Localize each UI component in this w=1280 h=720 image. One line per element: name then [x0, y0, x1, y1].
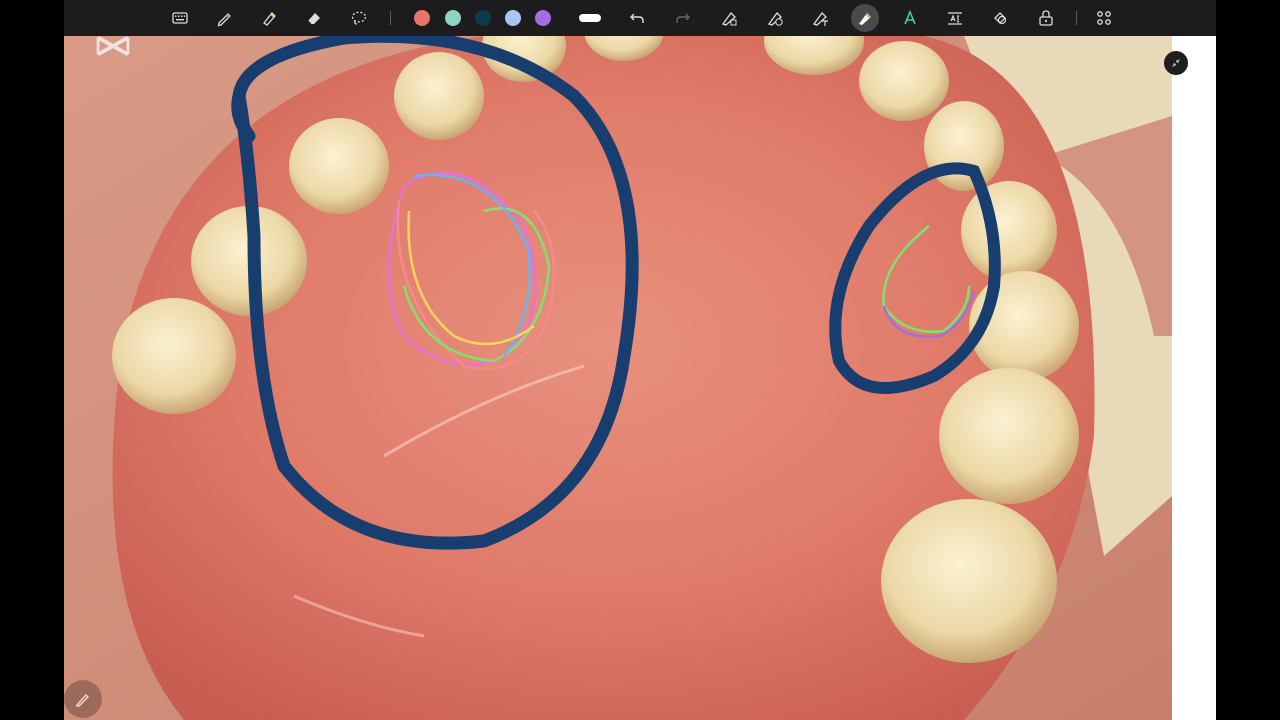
- tooth: [939, 368, 1079, 504]
- grid-menu-icon[interactable]: [1090, 4, 1118, 32]
- pencil-fab-icon[interactable]: [64, 680, 102, 718]
- tooth: [112, 298, 236, 414]
- text-box-icon[interactable]: [941, 4, 969, 32]
- drawing-canvas[interactable]: [64, 36, 1172, 720]
- toolbar-separator: [390, 11, 391, 25]
- shape-pen-icon[interactable]: [715, 4, 743, 32]
- shapes-icon[interactable]: [986, 4, 1014, 32]
- timer-pen-icon[interactable]: [761, 4, 789, 32]
- text-pen-icon[interactable]: [806, 4, 834, 32]
- drawing-toolbar: [64, 0, 1216, 36]
- tooth: [289, 118, 389, 214]
- tooth: [961, 181, 1057, 281]
- laser-pen-icon[interactable]: [851, 4, 879, 32]
- keyboard-icon[interactable]: [166, 4, 194, 32]
- pen-icon[interactable]: [210, 4, 238, 32]
- tooth: [881, 499, 1057, 663]
- eraser-icon[interactable]: [300, 4, 328, 32]
- color-swatch-mint[interactable]: [445, 10, 461, 26]
- capcut-logo-icon: [94, 32, 132, 65]
- highlighter-icon[interactable]: [255, 4, 283, 32]
- color-swatch-red[interactable]: [414, 10, 430, 26]
- stroke-width-selector[interactable]: [579, 14, 601, 22]
- lock-icon[interactable]: [1032, 4, 1060, 32]
- color-swatch-light-blue[interactable]: [505, 10, 521, 26]
- redo-icon[interactable]: [669, 4, 697, 32]
- color-swatch-dark-teal[interactable]: [475, 10, 491, 26]
- tooth: [859, 41, 949, 121]
- collapse-icon[interactable]: [1164, 51, 1188, 75]
- toolbar-separator: [1076, 11, 1077, 25]
- whiteboard-app: [64, 0, 1216, 720]
- tooth: [394, 52, 484, 140]
- color-swatch-purple[interactable]: [535, 10, 551, 26]
- denture-photo: [64, 36, 1172, 720]
- lasso-icon[interactable]: [345, 4, 373, 32]
- text-tool-icon[interactable]: [896, 4, 924, 32]
- undo-icon[interactable]: [623, 4, 651, 32]
- canvas-margin: [1172, 36, 1216, 720]
